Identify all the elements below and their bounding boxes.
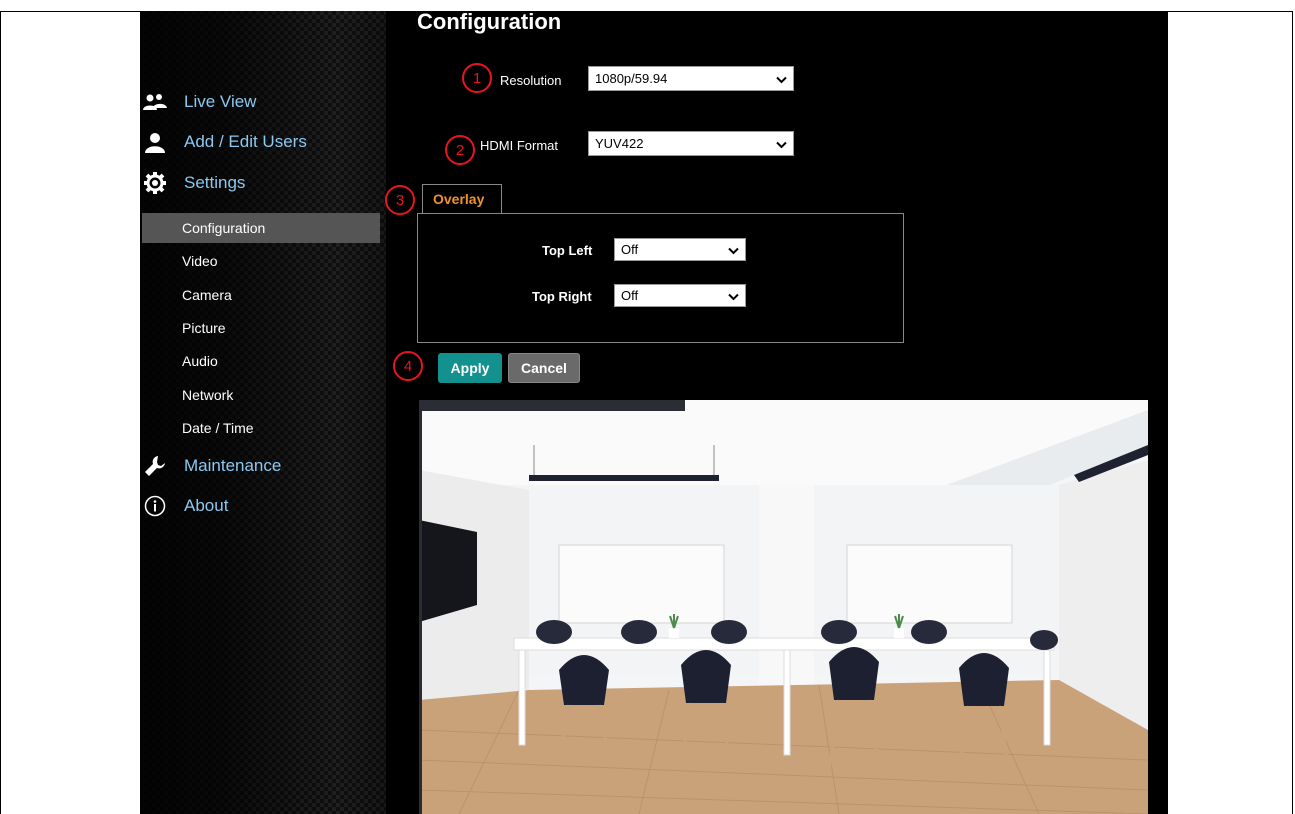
settings-item-label: Configuration: [182, 220, 266, 236]
hdmi-format-label: HDMI Format: [480, 138, 558, 153]
preview-top-bar: [419, 400, 685, 411]
gear-icon: [142, 170, 168, 196]
settings-item-audio[interactable]: Audio: [142, 346, 380, 376]
sidebar: Live View Add / Edit Users Settings Conf…: [140, 11, 386, 814]
nav-about[interactable]: About: [142, 491, 228, 521]
apply-button[interactable]: Apply: [438, 353, 502, 383]
settings-item-configuration[interactable]: Configuration: [142, 213, 380, 243]
hdmi-format-select[interactable]: YUV422: [588, 131, 794, 156]
nav-label: Live View: [184, 92, 257, 111]
live-preview-image: [419, 400, 1148, 814]
top-left-select[interactable]: Off: [614, 238, 746, 261]
cropped-heading: [0, 0, 1295, 11]
overlay-panel: Top Left Off Top Right Off: [417, 213, 904, 343]
top-right-label: Top Right: [532, 289, 592, 304]
settings-item-label: Network: [182, 387, 234, 403]
chevron-down-icon: [728, 242, 739, 257]
settings-item-picture[interactable]: Picture: [142, 313, 380, 343]
preview-left-edge: [419, 400, 422, 814]
top-left-value: Off: [621, 242, 639, 257]
page-title: Configuration: [417, 11, 562, 34]
settings-item-label: Video: [182, 253, 218, 269]
nav-maintenance[interactable]: Maintenance: [142, 451, 281, 481]
resolution-select[interactable]: 1080p/59.94: [588, 66, 794, 91]
top-right-value: Off: [621, 288, 639, 303]
camera-web-ui: Live View Add / Edit Users Settings Conf…: [140, 11, 1168, 814]
info-icon: [142, 493, 168, 519]
settings-item-video[interactable]: Video: [142, 246, 380, 276]
tab-overlay[interactable]: Overlay: [422, 184, 502, 213]
hdmi-format-value: YUV422: [595, 136, 644, 151]
meeting-room-illustration: [419, 400, 1148, 814]
wrench-icon: [142, 453, 168, 479]
callout-marker: 1: [462, 63, 492, 93]
callout-marker: 2: [445, 135, 475, 165]
settings-item-date-time[interactable]: Date / Time: [142, 413, 380, 443]
nav-label: Settings: [184, 173, 246, 192]
settings-item-label: Camera: [182, 287, 232, 303]
chevron-down-icon: [728, 288, 739, 303]
cancel-button[interactable]: Cancel: [508, 353, 580, 383]
resolution-label: Resolution: [500, 73, 562, 88]
chevron-down-icon: [776, 136, 787, 151]
top-left-label: Top Left: [542, 243, 593, 258]
nav-settings[interactable]: Settings: [142, 168, 245, 198]
nav-live-view[interactable]: Live View: [142, 87, 256, 117]
chevron-down-icon: [776, 71, 787, 86]
settings-item-network[interactable]: Network: [142, 380, 380, 410]
resolution-value: 1080p/59.94: [595, 71, 668, 86]
callout-marker: 3: [385, 185, 415, 215]
callout-marker: 4: [393, 351, 423, 381]
user-icon: [142, 129, 168, 155]
settings-item-camera[interactable]: Camera: [142, 280, 380, 310]
users-icon: [142, 89, 168, 115]
top-right-select[interactable]: Off: [614, 284, 746, 307]
settings-item-label: Picture: [182, 320, 226, 336]
nav-label: Maintenance: [184, 456, 282, 475]
settings-item-label: Date / Time: [182, 420, 254, 436]
nav-label: About: [184, 496, 229, 515]
nav-label: Add / Edit Users: [184, 132, 307, 151]
nav-add-edit-users[interactable]: Add / Edit Users: [142, 127, 307, 157]
settings-item-label: Audio: [182, 353, 218, 369]
